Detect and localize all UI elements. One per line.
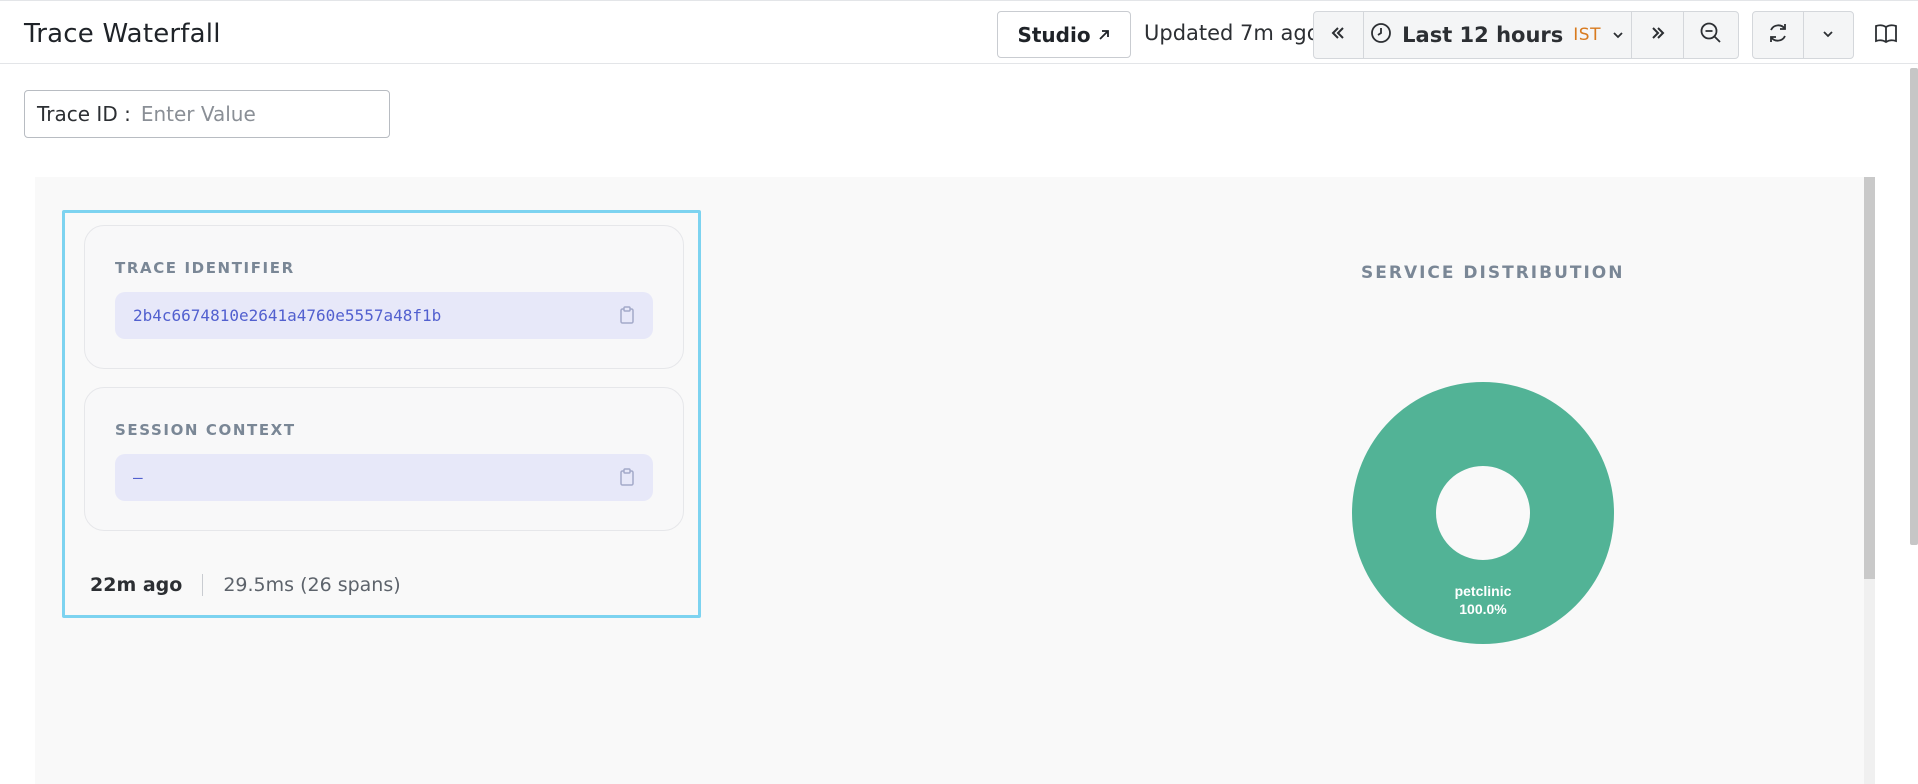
- docs-button[interactable]: [1866, 15, 1906, 55]
- session-context-field: –: [115, 454, 653, 501]
- book-icon: [1874, 22, 1898, 48]
- meta-divider: [202, 574, 204, 596]
- page-title: Trace Waterfall: [24, 19, 221, 49]
- external-link-icon: [1097, 23, 1111, 47]
- trace-duration: 29.5ms (26 spans): [223, 574, 401, 596]
- top-bar: Trace Waterfall Studio Updated 7m ago La…: [0, 0, 1918, 64]
- studio-button-label: Studio: [1017, 22, 1091, 47]
- trace-id-label: Trace ID :: [37, 102, 131, 126]
- updated-status: Updated 7m ago: [1144, 21, 1320, 45]
- studio-button[interactable]: Studio: [997, 11, 1131, 58]
- trace-identifier-value: 2b4c6674810e2641a4760e5557a48f1b: [133, 306, 442, 325]
- trace-identifier-label: TRACE IDENTIFIER: [115, 259, 295, 277]
- zoom-out-button[interactable]: [1684, 12, 1738, 58]
- time-range-picker[interactable]: Last 12 hours IST: [1364, 12, 1633, 58]
- trace-identifier-field: 2b4c6674810e2641a4760e5557a48f1b: [115, 292, 653, 339]
- clipboard-icon[interactable]: [617, 467, 637, 487]
- refresh-icon: [1766, 21, 1790, 49]
- slice-label: petclinic: [1455, 583, 1512, 599]
- slice-percent: 100.0%: [1459, 601, 1507, 617]
- service-distribution-chart: petclinic 100.0%: [1352, 381, 1614, 645]
- session-context-label: SESSION CONTEXT: [115, 421, 296, 439]
- timezone-label: IST: [1573, 25, 1601, 45]
- clipboard-icon[interactable]: [617, 305, 637, 325]
- clock-icon: [1370, 22, 1392, 49]
- page-scrollbar[interactable]: [1910, 68, 1918, 545]
- service-distribution-title: SERVICE DISTRIBUTION: [1361, 263, 1625, 283]
- panel-scrollbar-thumb[interactable]: [1864, 177, 1875, 579]
- trace-identifier-card: TRACE IDENTIFIER 2b4c6674810e2641a4760e5…: [84, 225, 684, 369]
- zoom-out-icon: [1699, 21, 1723, 49]
- chevrons-right-icon: [1648, 23, 1668, 47]
- trace-age: 22m ago: [90, 574, 183, 596]
- session-context-card: SESSION CONTEXT –: [84, 387, 684, 531]
- time-range-group: Last 12 hours IST: [1313, 11, 1739, 59]
- trace-id-search: Trace ID :: [24, 90, 390, 138]
- refresh-group: [1752, 11, 1854, 59]
- refresh-button[interactable]: [1753, 12, 1804, 58]
- chevron-down-icon: [1821, 26, 1835, 45]
- previous-range-button[interactable]: [1314, 12, 1364, 58]
- chevrons-left-icon: [1328, 23, 1348, 47]
- chevron-down-icon: [1611, 23, 1625, 47]
- trace-id-input[interactable]: [140, 102, 361, 126]
- session-context-value: –: [133, 468, 143, 487]
- time-range-label: Last 12 hours: [1402, 23, 1564, 47]
- refresh-options-button[interactable]: [1804, 12, 1853, 58]
- trace-meta-row: 22m ago 29.5ms (26 spans): [90, 574, 401, 596]
- next-range-button[interactable]: [1632, 12, 1685, 58]
